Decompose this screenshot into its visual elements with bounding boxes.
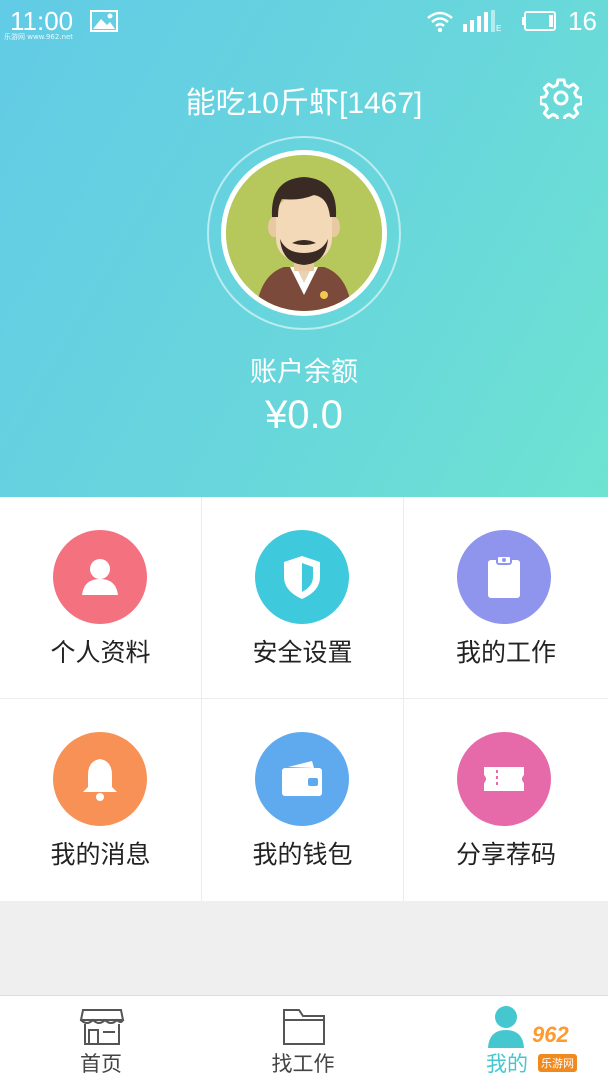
folder-icon [283, 1009, 325, 1045]
avatar[interactable] [221, 150, 387, 316]
tab-label: 找工作 [271, 1052, 335, 1076]
user-icon [488, 1006, 524, 1048]
menu-item-label: 分享荐码 [455, 840, 556, 869]
svg-text:E: E [496, 24, 501, 32]
menu-item-share-code[interactable]: 分享荐码 [404, 699, 608, 901]
menu-item-wallet[interactable]: 我的钱包 [202, 699, 404, 901]
tab-home[interactable]: 首页 [0, 996, 202, 1080]
bell-icon [53, 732, 147, 826]
status-bar: 11:00 乐游网 www.962.net E 16 [0, 0, 608, 44]
menu-item-label: 个人资料 [50, 638, 151, 667]
signal-icon: E [463, 10, 501, 32]
image-notification-icon [90, 10, 118, 32]
watermark-logo: 962 乐游网 [530, 1022, 606, 1078]
profile-header: 11:00 乐游网 www.962.net E 16 能吃10斤虾[1467] … [0, 0, 608, 497]
clipboard-icon [457, 530, 551, 624]
wallet-icon [255, 732, 349, 826]
menu-item-my-work[interactable]: 我的工作 [404, 497, 608, 699]
balance-value: ¥0.0 [265, 393, 343, 437]
tab-label: 首页 [80, 1052, 122, 1076]
watermark-number: 962 [532, 1022, 569, 1047]
menu-item-label: 我的钱包 [252, 840, 353, 869]
username: 能吃10斤虾[1467] [185, 87, 423, 120]
watermark-text: 乐游网 www.962.net [4, 33, 74, 41]
balance-label: 账户余额 [250, 357, 358, 388]
shield-icon [255, 530, 349, 624]
ticket-icon [457, 732, 551, 826]
wifi-icon [427, 11, 453, 33]
menu-grid: 个人资料 安全设置 我的工作 我的消息 我的钱包 分享荐码 [0, 497, 608, 901]
shop-icon [79, 1009, 125, 1045]
watermark-subtitle: 乐游网 [538, 1054, 577, 1072]
avatar-illustration [226, 155, 382, 311]
tab-find-job[interactable]: 找工作 [202, 996, 404, 1080]
battery-icon [522, 11, 556, 31]
gear-icon[interactable] [540, 77, 582, 119]
battery-level: 16 [568, 6, 597, 36]
menu-item-profile[interactable]: 个人资料 [0, 497, 202, 699]
menu-item-security[interactable]: 安全设置 [202, 497, 404, 699]
person-icon [53, 530, 147, 624]
bottom-tab-bar: 首页 找工作 我的 [0, 995, 608, 1080]
menu-item-label: 我的消息 [50, 840, 151, 869]
menu-item-label: 安全设置 [252, 638, 353, 667]
menu-item-label: 我的工作 [455, 638, 556, 667]
menu-item-messages[interactable]: 我的消息 [0, 699, 202, 901]
